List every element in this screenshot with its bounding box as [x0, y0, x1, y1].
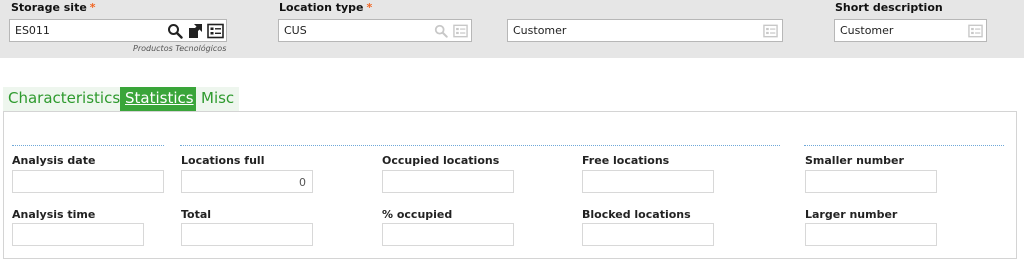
short-description-field[interactable]: Customer [834, 19, 987, 42]
locations-full-value: 0 [299, 176, 306, 189]
selection-list-icon[interactable] [453, 24, 468, 38]
location-type-description: Customer [513, 24, 567, 37]
location-type-field[interactable]: CUS [278, 19, 472, 42]
short-description-value: Customer [840, 24, 894, 37]
selection-list-icon [763, 24, 778, 38]
blocked-locations-field[interactable] [582, 223, 714, 246]
search-icon[interactable] [434, 24, 448, 38]
statistics-panel: Analysis date Analysis time Locations fu… [3, 111, 1017, 259]
blocked-locations-label: Blocked locations [582, 208, 691, 221]
occupied-locations-label: Occupied locations [382, 154, 500, 167]
occupied-locations-field[interactable] [382, 170, 514, 193]
section-separator [12, 145, 164, 146]
tab-misc[interactable]: Misc [196, 87, 240, 111]
required-mark: * [89, 1, 96, 14]
analysis-time-label: Analysis time [12, 208, 96, 221]
locations-full-label: Locations full [181, 154, 265, 167]
location-type-label: Location type * [279, 1, 373, 14]
percent-occupied-label: % occupied [382, 208, 453, 221]
storage-site-value: ES011 [15, 24, 50, 37]
storage-site-label: Storage site * [11, 1, 96, 14]
tab-statistics[interactable]: Statistics [120, 87, 199, 111]
search-icon[interactable] [167, 23, 183, 39]
smaller-number-field[interactable] [805, 170, 937, 193]
storage-site-field[interactable]: ES011 [9, 19, 227, 42]
location-type-description-field: Customer [507, 19, 783, 42]
analysis-date-label: Analysis date [12, 154, 96, 167]
free-locations-label: Free locations [582, 154, 670, 167]
total-field[interactable] [181, 223, 313, 246]
selection-list-icon[interactable] [968, 24, 983, 38]
storage-site-caption: Productos Tecnológicos [133, 44, 227, 53]
selection-list-icon[interactable] [207, 23, 224, 39]
short-description-label: Short description [835, 1, 943, 14]
locations-full-field[interactable]: 0 [181, 170, 313, 193]
larger-number-label: Larger number [805, 208, 898, 221]
tab-characteristics[interactable]: Characteristics [3, 87, 126, 111]
section-separator [804, 145, 1004, 146]
required-mark: * [366, 1, 373, 14]
analysis-date-field[interactable] [12, 170, 164, 193]
location-type-value: CUS [284, 24, 307, 37]
free-locations-field[interactable] [582, 170, 714, 193]
percent-occupied-field[interactable] [382, 223, 514, 246]
smaller-number-label: Smaller number [805, 154, 904, 167]
analysis-time-field[interactable] [12, 223, 144, 246]
larger-number-field[interactable] [805, 223, 937, 246]
zoom-to-record-icon[interactable] [188, 23, 203, 39]
section-separator [180, 145, 780, 146]
total-label: Total [181, 208, 212, 221]
